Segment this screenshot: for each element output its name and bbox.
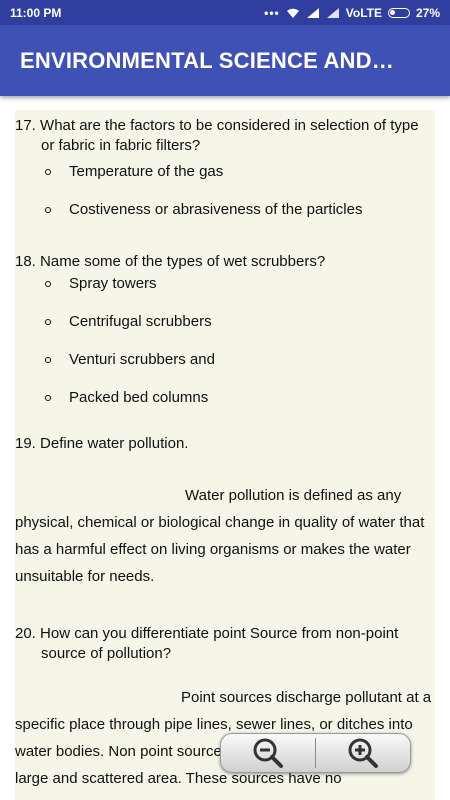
- list-item: Temperature of the gas: [15, 162, 435, 200]
- battery-percent: 27%: [415, 5, 440, 20]
- bullet-icon: [45, 281, 51, 287]
- more-dots-icon: •••: [264, 5, 280, 20]
- document-content: 17. What are the factors to be considere…: [15, 110, 435, 792]
- bullet-icon: [45, 357, 51, 363]
- bullet-list: Spray towers Centrifugal scrubbers Ventu…: [15, 274, 435, 426]
- bullet-icon: [45, 319, 51, 325]
- question-number: 18.: [15, 253, 36, 270]
- app-title: ENVIRONMENTAL SCIENCE AND…: [20, 47, 394, 73]
- question-19: 19. Define water pollution. Water pollut…: [15, 434, 435, 590]
- list-item: Costiveness or abrasiveness of the parti…: [15, 200, 435, 238]
- answer-paragraph: Water pollution is defined as any physic…: [15, 487, 425, 585]
- question-18: 18. Name some of the types of wet scrubb…: [15, 252, 435, 426]
- network-type: VoLTE: [345, 5, 382, 20]
- status-time: 11:00 PM: [10, 5, 62, 20]
- bullet-list: Temperature of the gas Costiveness or ab…: [15, 162, 435, 238]
- list-item: Venturi scrubbers and: [15, 350, 435, 388]
- wifi-icon: [286, 8, 299, 18]
- signal-icon-2: [326, 7, 339, 18]
- list-item: Packed bed columns: [15, 388, 435, 426]
- question-17: 17. What are the factors to be considere…: [15, 116, 435, 238]
- zoom-out-button[interactable]: [221, 734, 315, 772]
- bullet-icon: [45, 395, 51, 401]
- list-item: Spray towers: [15, 274, 435, 312]
- bullet-icon: [45, 169, 51, 175]
- status-icons: ••• VoLTE 27%: [264, 6, 440, 20]
- app-bar: ENVIRONMENTAL SCIENCE AND…: [0, 25, 450, 96]
- battery-icon: [387, 7, 410, 18]
- signal-icon: [306, 7, 319, 18]
- question-text: 18. Name some of the types of wet scrubb…: [15, 253, 326, 270]
- question-number: 20.: [15, 625, 36, 642]
- question-text: 20. How can you differentiate point Sour…: [15, 625, 399, 662]
- zoom-controls: [220, 733, 411, 773]
- document-viewer[interactable]: 17. What are the factors to be considere…: [15, 110, 435, 800]
- question-text: 19. Define water pollution.: [15, 435, 189, 452]
- zoom-out-icon: [253, 738, 283, 768]
- question-text: 17. What are the factors to be considere…: [15, 117, 419, 154]
- bullet-icon: [45, 207, 51, 213]
- zoom-in-icon: [348, 738, 378, 768]
- list-item: Centrifugal scrubbers: [15, 312, 435, 350]
- question-number: 17.: [15, 117, 36, 134]
- question-number: 19.: [15, 435, 36, 452]
- status-bar: 11:00 PM ••• VoLTE 27%: [0, 0, 450, 25]
- zoom-in-button[interactable]: [316, 734, 410, 772]
